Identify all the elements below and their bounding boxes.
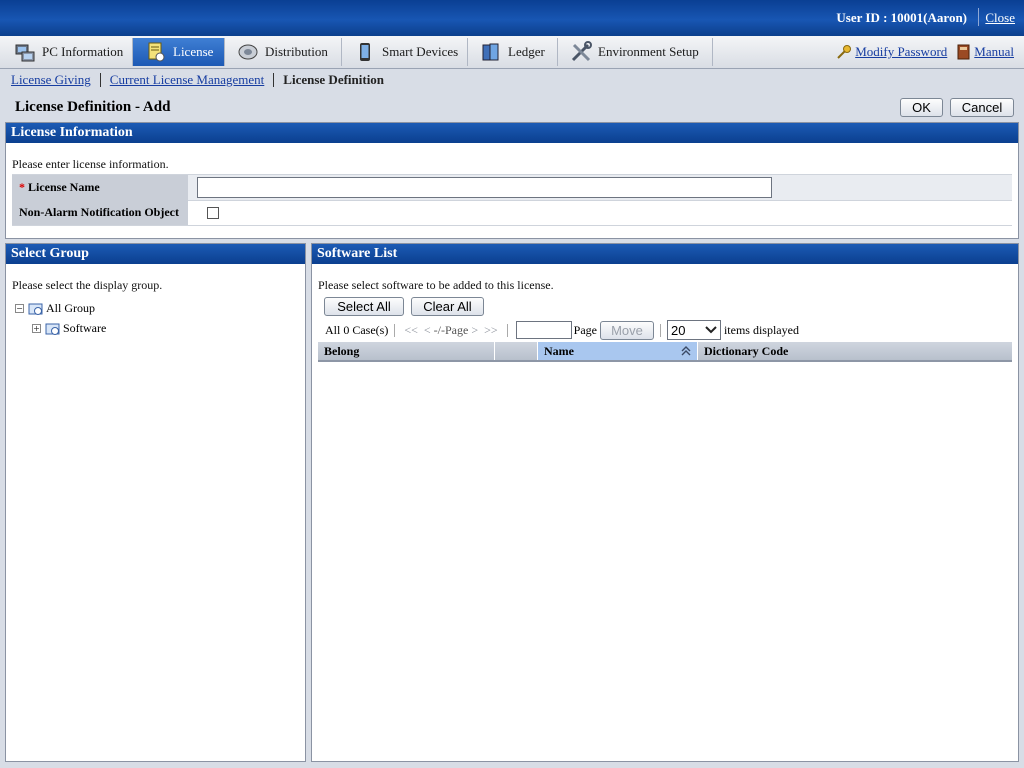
ok-button[interactable]: OK xyxy=(900,98,943,117)
group-icon xyxy=(28,301,43,316)
top-right-links: Modify Password Manual xyxy=(836,44,1014,60)
expand-icon[interactable]: + xyxy=(32,324,41,333)
column-header-name[interactable]: Name xyxy=(538,342,698,360)
license-name-label-text: License Name xyxy=(28,180,100,194)
clear-all-button[interactable]: Clear All xyxy=(411,297,484,316)
column-header-dictionary-code[interactable]: Dictionary Code xyxy=(698,342,1012,360)
license-icon xyxy=(145,41,167,63)
collapse-icon[interactable]: − xyxy=(15,304,24,313)
pager-separator xyxy=(394,323,396,337)
smart-device-icon xyxy=(354,41,376,63)
tab-ledger[interactable]: Ledger xyxy=(468,38,558,66)
breadcrumb-current-license-management[interactable]: Current License Management xyxy=(110,72,265,88)
license-info-hint: Please enter license information. xyxy=(12,157,169,171)
move-button[interactable]: Move xyxy=(599,320,654,340)
panel-title: Software List xyxy=(312,244,1018,264)
license-name-row: * License Name xyxy=(12,174,1012,201)
breadcrumb-current: License Definition xyxy=(283,72,385,87)
non-alarm-label: Non-Alarm Notification Object xyxy=(12,200,188,225)
tree-label: Software xyxy=(63,321,107,335)
tab-label: License xyxy=(173,44,214,59)
select-all-button[interactable]: Select All xyxy=(324,297,404,316)
tab-license[interactable]: License xyxy=(133,38,225,66)
tab-pc-information[interactable]: PC Information xyxy=(2,38,133,66)
tab-smart-devices[interactable]: Smart Devices xyxy=(342,38,468,66)
ledger-icon xyxy=(480,41,502,63)
pager-separator xyxy=(506,323,508,337)
column-header-belong[interactable]: Belong xyxy=(318,342,495,360)
breadcrumb: License Giving Current License Managemen… xyxy=(11,72,384,88)
license-information-panel: License Information Please enter license… xyxy=(5,122,1019,239)
page-size-value: 20 xyxy=(670,322,686,338)
key-icon xyxy=(836,44,852,60)
tab-environment-setup[interactable]: Environment Setup xyxy=(558,38,713,66)
license-name-input[interactable] xyxy=(197,177,772,198)
top-header-bar: User ID : 10001(Aaron) Close xyxy=(0,0,1024,36)
software-group-icon xyxy=(45,321,60,336)
close-link[interactable]: Close xyxy=(985,10,1015,26)
sort-ascending-icon xyxy=(681,345,691,357)
record-count: All 0 Case(s) xyxy=(325,322,389,337)
cancel-button[interactable]: Cancel xyxy=(950,98,1014,117)
non-alarm-row: Non-Alarm Notification Object xyxy=(12,200,1012,226)
license-name-cell xyxy=(188,175,1012,200)
column-header-name-label: Name xyxy=(544,344,574,358)
page-size-select[interactable]: 20 xyxy=(666,320,721,340)
items-displayed-label: items displayed xyxy=(723,322,799,337)
manual-book-icon xyxy=(957,44,971,60)
license-name-label: * License Name xyxy=(12,175,188,200)
tab-label: Distribution xyxy=(265,44,328,59)
software-list-hint: Please select software to be added to th… xyxy=(318,278,554,292)
distribution-icon xyxy=(237,41,259,63)
first-page-button[interactable]: << xyxy=(404,323,418,338)
tab-label: PC Information xyxy=(42,44,124,59)
software-table-header: Belong Name Dictionary Code xyxy=(318,342,1012,362)
pager-separator xyxy=(659,323,661,337)
environment-setup-icon xyxy=(570,41,592,63)
page-title: License Definition - Add xyxy=(15,99,171,115)
panel-title: License Information xyxy=(6,123,1018,143)
tab-distribution[interactable]: Distribution xyxy=(225,38,342,66)
pc-icon xyxy=(14,41,36,63)
non-alarm-checkbox[interactable] xyxy=(207,207,219,219)
breadcrumb-separator xyxy=(99,73,101,87)
page-label: Page xyxy=(573,322,597,337)
prev-page-button[interactable]: < xyxy=(424,323,431,338)
header-divider xyxy=(978,8,979,26)
select-group-panel: Select Group Please select the display g… xyxy=(5,243,306,762)
user-id-label: User ID : 10001(Aaron) xyxy=(836,10,967,25)
tree-label: All Group xyxy=(46,301,95,315)
required-mark: * xyxy=(19,180,25,194)
select-group-hint: Please select the display group. xyxy=(12,278,163,292)
tab-label: Environment Setup xyxy=(598,44,699,59)
tree-node-software[interactable]: + Software xyxy=(32,321,106,336)
page-status: -/-Page xyxy=(433,322,469,337)
manual-link[interactable]: Manual xyxy=(974,44,1014,60)
column-header-blank[interactable] xyxy=(495,342,538,360)
breadcrumb-license-giving[interactable]: License Giving xyxy=(11,72,91,88)
tree-node-all-group[interactable]: − All Group xyxy=(15,301,95,316)
page-number-input[interactable] xyxy=(515,321,572,339)
next-page-button[interactable]: > xyxy=(471,323,478,338)
pager: All 0 Case(s) << < -/-Page > >> Page Mov… xyxy=(325,320,799,340)
tab-label: Ledger xyxy=(508,44,545,59)
breadcrumb-separator xyxy=(273,73,275,87)
modify-password-link[interactable]: Modify Password xyxy=(855,44,947,60)
tab-label: Smart Devices xyxy=(382,44,459,59)
last-page-button[interactable]: >> xyxy=(484,323,498,338)
panel-title: Select Group xyxy=(6,244,305,264)
chevron-down-icon xyxy=(705,326,717,334)
